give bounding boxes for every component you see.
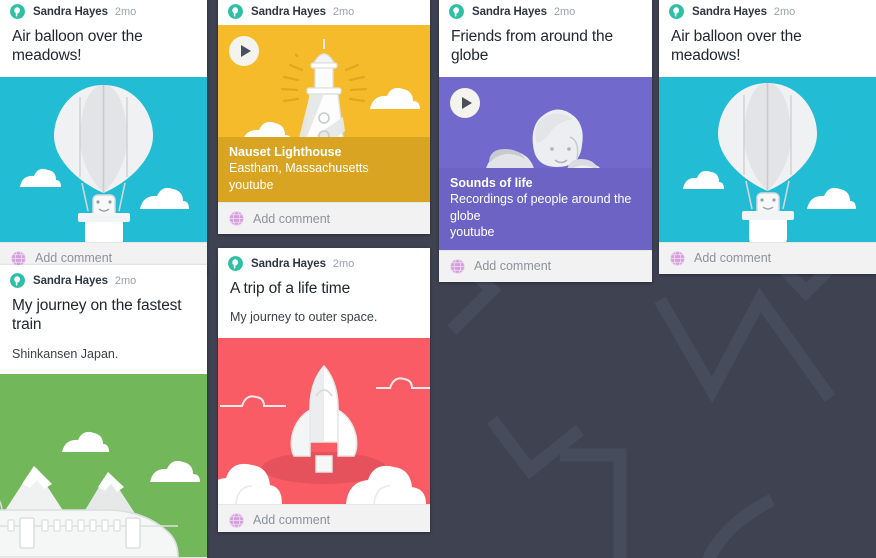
user-avatar-icon <box>448 3 465 20</box>
globe-avatar-icon <box>11 250 26 266</box>
globe-avatar-icon <box>229 512 244 528</box>
card-author: Sandra Hayes <box>33 274 108 287</box>
card-author: Sandra Hayes <box>251 257 326 270</box>
user-avatar-icon <box>227 3 244 20</box>
caption-source: youtube <box>450 225 495 240</box>
card-header: Sandra Hayes 2mo <box>659 0 876 25</box>
card-header: Sandra Hayes 2mo <box>0 0 207 25</box>
media-caption: Nauset Lighthouse Eastham, Massachusetts… <box>218 136 430 202</box>
card-age: 2mo <box>114 274 137 287</box>
user-avatar-icon <box>9 272 26 289</box>
add-comment-bar[interactable]: Add comment <box>439 249 652 282</box>
media-air-balloon-illustration[interactable] <box>659 76 876 242</box>
card-author: Sandra Hayes <box>251 5 326 18</box>
media-shinkansen-mountains-illustration[interactable] <box>0 374 207 557</box>
card-age: 2mo <box>553 5 576 18</box>
caption-title: Nauset Lighthouse <box>229 144 342 159</box>
card-subtitle: My journey to outer space. <box>230 310 378 325</box>
play-icon[interactable] <box>450 87 480 118</box>
card-author: Sandra Hayes <box>472 5 547 18</box>
media-lighthouse-illustration[interactable]: Nauset Lighthouse Eastham, Massachusetts… <box>218 25 430 202</box>
card-title: Friends from around the globe <box>451 28 613 65</box>
card-subtitle: Shinkansen Japan. <box>12 346 119 361</box>
add-comment-label: Add comment <box>35 251 113 266</box>
card-age: 2mo <box>773 5 796 18</box>
media-people-group-illustration[interactable]: Sounds of life Recordings of people arou… <box>439 76 652 250</box>
globe-avatar-icon <box>670 250 685 266</box>
add-comment-label: Add comment <box>474 259 552 274</box>
card-board: Sandra Hayes 2mo Air balloon over the me… <box>0 0 876 558</box>
card-header: Sandra Hayes 2mo <box>218 0 430 25</box>
card-header: Sandra Hayes 2mo <box>0 265 207 294</box>
card-age: 2mo <box>332 257 355 270</box>
post-card-fastest-train[interactable]: Sandra Hayes 2mo My journey on the faste… <box>0 265 207 558</box>
add-comment-label: Add comment <box>253 211 331 226</box>
user-avatar-icon <box>668 3 685 20</box>
add-comment-bar[interactable]: Add comment <box>218 202 430 234</box>
card-author: Sandra Hayes <box>33 5 108 18</box>
post-card-friends-around-globe[interactable]: Sandra Hayes 2mo Friends from around the… <box>439 0 652 282</box>
card-age: 2mo <box>332 5 355 18</box>
add-comment-label: Add comment <box>694 251 772 266</box>
add-comment-bar[interactable]: Add comment <box>218 503 430 532</box>
media-rocket-launch-illustration[interactable] <box>218 337 430 504</box>
caption-description: Recordings of people around the globe <box>450 192 632 223</box>
card-author: Sandra Hayes <box>692 5 767 18</box>
caption-title: Sounds of life <box>450 175 533 190</box>
user-avatar-icon <box>9 3 26 20</box>
post-card-air-balloon-left[interactable]: Sandra Hayes 2mo Air balloon over the me… <box>0 0 207 274</box>
card-title: A trip of a life time <box>230 280 351 297</box>
card-title: Air balloon over the meadows! <box>671 28 802 65</box>
card-title: Air balloon over the meadows! <box>12 28 143 65</box>
post-card-air-balloon-right[interactable]: Sandra Hayes 2mo Air balloon over the me… <box>659 0 876 274</box>
post-card-trip-of-a-lifetime[interactable]: Sandra Hayes 2mo A trip of a life time M… <box>218 248 430 532</box>
card-title: My journey on the fastest train <box>12 297 182 334</box>
user-avatar-icon <box>227 255 244 272</box>
card-header: Sandra Hayes 2mo <box>218 248 430 277</box>
caption-source: youtube <box>229 177 274 192</box>
post-card-nauset-lighthouse[interactable]: Sandra Hayes 2mo Nauset Lighthouse Easth… <box>218 0 430 234</box>
add-comment-bar[interactable]: Add comment <box>659 241 876 274</box>
globe-avatar-icon <box>450 258 465 274</box>
play-icon[interactable] <box>229 36 259 66</box>
card-age: 2mo <box>114 5 137 18</box>
caption-description: Eastham, Massachusetts <box>229 161 369 175</box>
media-caption: Sounds of life Recordings of people arou… <box>439 167 652 250</box>
media-air-balloon-illustration[interactable] <box>0 76 207 242</box>
add-comment-label: Add comment <box>253 513 331 528</box>
globe-avatar-icon <box>229 211 244 226</box>
card-header: Sandra Hayes 2mo <box>439 0 652 25</box>
